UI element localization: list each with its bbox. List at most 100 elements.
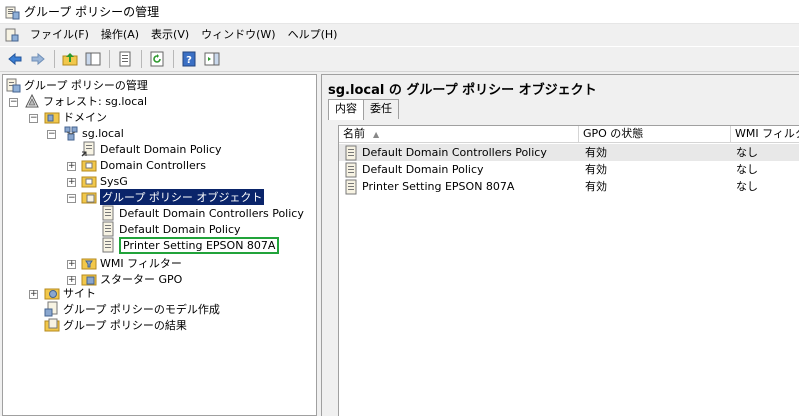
expand-sysg-toggle[interactable]: + — [67, 178, 76, 187]
refresh-button[interactable] — [146, 48, 168, 70]
table-row[interactable]: Printer Setting EPSON 807A 有効 なし — [339, 178, 799, 195]
table-row[interactable]: Default Domain Controllers Policy 有効 なし — [339, 144, 799, 161]
ou-folder-icon — [81, 160, 97, 172]
domain-icon — [64, 126, 78, 141]
tree-item-forest[interactable]: フォレスト: sg.local — [24, 93, 147, 109]
tree-label: ドメイン — [63, 111, 107, 124]
tree-item-domains[interactable]: ドメイン — [44, 109, 107, 125]
gpmc-app-icon — [5, 6, 20, 19]
collapse-domains-toggle[interactable]: − — [29, 114, 38, 123]
up-one-level-button[interactable] — [59, 48, 81, 70]
svg-text:?: ? — [186, 55, 192, 66]
tree-item-wmi-filters[interactable]: WMI フィルター — [81, 255, 182, 271]
tree-label-highlighted: Printer Setting EPSON 807A — [119, 236, 280, 254]
toolbar-separator — [109, 50, 110, 68]
cell-wmi: なし — [736, 146, 758, 159]
row-name-text: Default Domain Policy — [362, 163, 484, 176]
tab-delegation[interactable]: 委任 — [363, 99, 399, 119]
action-pane-icon — [204, 52, 220, 66]
properties-button[interactable] — [114, 48, 136, 70]
tree-item-gpmc[interactable]: グループ ポリシーの管理 — [5, 77, 148, 93]
toolbar-separator — [54, 50, 55, 68]
tree-item-gp-modeling[interactable]: グループ ポリシーのモデル作成 — [44, 301, 220, 317]
menu-bar: ファイル(F) 操作(A) 表示(V) ウィンドウ(W) ヘルプ(H) — [0, 24, 799, 46]
tree-item-gpo-ddp[interactable]: Default Domain Policy — [100, 221, 241, 237]
tab-contents[interactable]: 内容 — [328, 99, 364, 120]
expand-starter-gpo-toggle[interactable]: + — [67, 276, 76, 285]
row-name-text: Default Domain Controllers Policy — [362, 146, 547, 159]
tree-item-group-policy-objects[interactable]: グループ ポリシー オブジェクト — [81, 189, 265, 205]
toolbar-separator — [141, 50, 142, 68]
gpo-icon — [102, 237, 114, 253]
console-menu-icon[interactable] — [4, 27, 20, 43]
expand-wmi-filters-toggle[interactable]: + — [67, 260, 76, 269]
sites-folder-icon — [44, 288, 60, 300]
toolbar-separator — [173, 50, 174, 68]
cell-name: Default Domain Policy — [339, 161, 579, 178]
list-header: 名前 ▲ GPO の状態 WMI フィルター — [339, 126, 799, 143]
tree-item-default-domain-policy-link[interactable]: Default Domain Policy — [81, 141, 222, 157]
tree-label: グループ ポリシーの管理 — [24, 79, 148, 92]
tree-item-gpo-ddcp[interactable]: Default Domain Controllers Policy — [100, 205, 304, 221]
menu-window[interactable]: ウィンドウ(W) — [195, 25, 281, 45]
tree-item-domain-sg-local[interactable]: sg.local — [63, 125, 124, 141]
tree-item-starter-gpo[interactable]: スターター GPO — [81, 271, 182, 287]
row-name-text: Printer Setting EPSON 807A — [362, 180, 515, 193]
tree-item-sysg[interactable]: SysG — [81, 173, 128, 189]
menu-action[interactable]: 操作(A) — [95, 25, 145, 45]
up-folder-icon — [62, 53, 78, 66]
tree-label: Default Domain Controllers Policy — [119, 206, 304, 220]
menu-file[interactable]: ファイル(F) — [24, 25, 95, 45]
cell-wmi: なし — [736, 163, 758, 176]
collapse-forest-toggle[interactable]: − — [9, 98, 18, 107]
tree-label: Default Domain Policy — [100, 142, 222, 156]
tree-item-gpo-printer[interactable]: Printer Setting EPSON 807A — [100, 236, 280, 254]
help-button[interactable]: ? — [178, 48, 200, 70]
gpo-container-folder-icon — [81, 192, 97, 204]
cell-wmi: なし — [736, 180, 758, 193]
show-hide-tree-icon — [85, 52, 101, 66]
cell-name: Printer Setting EPSON 807A — [339, 178, 579, 195]
action-pane-button[interactable] — [201, 48, 223, 70]
show-hide-tree-button[interactable] — [82, 48, 104, 70]
gpo-icon — [345, 162, 357, 177]
tree-item-sites[interactable]: サイト — [44, 285, 96, 301]
sort-ascending-icon: ▲ — [373, 130, 380, 139]
tree-label: グループ ポリシーの結果 — [63, 319, 187, 332]
ou-folder-icon — [81, 176, 97, 188]
tree-label: スターター GPO — [100, 273, 183, 286]
tree-label: SysG — [100, 174, 128, 188]
tree-label: サイト — [63, 287, 96, 300]
tree-label: sg.local — [82, 126, 124, 140]
cell-name: Default Domain Controllers Policy — [339, 144, 579, 161]
column-header-name[interactable]: 名前 ▲ — [339, 126, 579, 143]
tree-item-gp-results[interactable]: グループ ポリシーの結果 — [44, 317, 187, 333]
table-row[interactable]: Default Domain Policy 有効 なし — [339, 161, 799, 178]
tree-item-domain-controllers[interactable]: Domain Controllers — [81, 157, 206, 173]
column-header-status[interactable]: GPO の状態 — [579, 126, 731, 143]
tree-label: Default Domain Policy — [119, 222, 241, 236]
collapse-gpo-container-toggle[interactable]: − — [67, 194, 76, 203]
help-icon: ? — [182, 51, 196, 67]
domains-folder-icon — [44, 112, 60, 124]
wmi-folder-icon — [81, 258, 97, 270]
content-title: sg.local の グループ ポリシー オブジェクト — [328, 83, 597, 98]
expand-domain-controllers-toggle[interactable]: + — [67, 162, 76, 171]
collapse-domain-toggle[interactable]: − — [47, 130, 56, 139]
tree-label: WMI フィルター — [100, 257, 182, 270]
column-header-wmi[interactable]: WMI フィルター — [731, 126, 799, 143]
menu-view[interactable]: 表示(V) — [145, 25, 195, 45]
console-tree[interactable]: グループ ポリシーの管理 − フォレスト: sg.local − ドメイン − … — [2, 74, 317, 416]
gp-results-icon — [44, 318, 60, 332]
gpo-icon — [345, 145, 357, 160]
back-button[interactable] — [4, 48, 26, 70]
tab-strip: 内容 委任 — [328, 99, 399, 120]
title-bar: グループ ポリシーの管理 — [0, 0, 799, 24]
gpo-icon — [345, 179, 357, 194]
expand-sites-toggle[interactable]: + — [29, 290, 38, 299]
forward-button[interactable] — [27, 48, 49, 70]
cell-status: 有効 — [585, 180, 607, 193]
forward-arrow-icon — [31, 52, 45, 66]
window-title: グループ ポリシーの管理 — [24, 5, 160, 19]
menu-help[interactable]: ヘルプ(H) — [282, 25, 344, 45]
